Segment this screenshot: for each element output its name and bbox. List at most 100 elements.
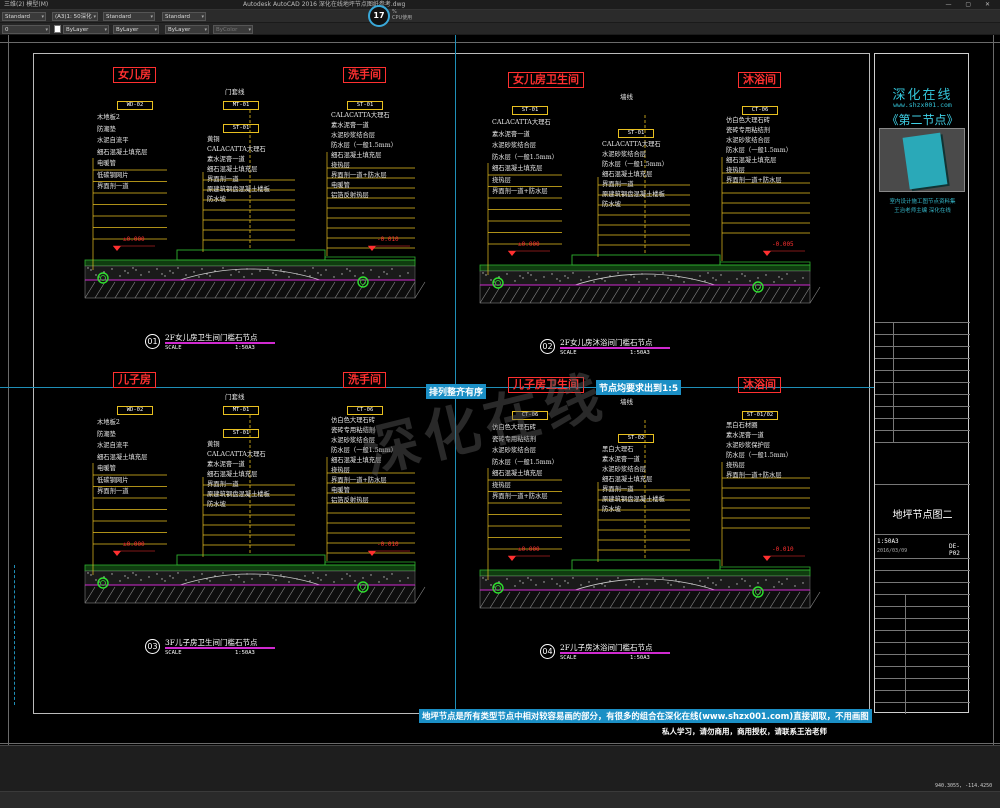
- sheet-border-bottom: [0, 743, 1000, 744]
- aggregate-dot: [312, 267, 314, 269]
- aggregate-dot: [593, 281, 595, 283]
- layer-label-left: 界面剂一道+防水层: [492, 188, 548, 195]
- scale-combo[interactable]: (A3)1: 50深化: [52, 12, 98, 21]
- book-caption: 室内设计施工图节点资料集: [889, 199, 956, 205]
- finish-layer: [84, 564, 416, 572]
- aggregate-dot: [802, 582, 804, 584]
- aggregate-dot: [407, 577, 409, 579]
- elevation-marker-icon: [763, 251, 771, 256]
- layer-label-right: 挠热层: [726, 462, 745, 469]
- right-floor-finish: [324, 256, 416, 261]
- aggregate-dot: [786, 273, 788, 275]
- model-space[interactable]: 深化在线 www.shzx001.com 《第二节点》 室内设计施工图节点资料集…: [0, 35, 1000, 745]
- aggregate-dot: [683, 281, 685, 283]
- aggregate-dot: [407, 272, 409, 274]
- aggregate-dot: [177, 267, 179, 269]
- layer-label-left: 界面剂一道: [97, 183, 129, 190]
- elevation-right: -0.010: [377, 236, 399, 243]
- layer-label-left: 水泥自流平: [97, 442, 129, 449]
- layer-label-right: 水泥砂浆结合层: [331, 132, 376, 139]
- aggregate-dot: [604, 280, 606, 282]
- aggregate-dot: [172, 577, 174, 579]
- layer-label-left: 水泥砂浆结合层: [492, 142, 537, 149]
- plotstyle-combo[interactable]: ByColor: [213, 25, 253, 34]
- notice-text: 私人学习，请勿商用，商用授权，请联系王治老师: [662, 727, 827, 736]
- aggregate-dot: [119, 275, 121, 277]
- aggregate-dot: [90, 574, 92, 576]
- caption-underline: [165, 342, 275, 344]
- threshold-stone: [176, 249, 326, 261]
- room-tag-left: 女儿房卫生间: [508, 72, 584, 88]
- status-bar: [0, 791, 1000, 808]
- aggregate-dot: [794, 585, 796, 587]
- material-code-right: ST-01/02: [742, 411, 778, 420]
- window-controls[interactable]: — ▢ ✕: [945, 0, 996, 10]
- aggregate-dot: [662, 272, 664, 274]
- aggregate-dot: [288, 276, 290, 278]
- layer-label-mid: CALACATTA大理石: [207, 451, 266, 458]
- layer-label-mid: 素水泥膏一道: [602, 456, 640, 463]
- aggregate-dot: [391, 573, 393, 575]
- text-style-combo[interactable]: Standard: [2, 12, 46, 21]
- aggregate-dot: [535, 584, 537, 586]
- aggregate-dot: [551, 273, 553, 275]
- aggregate-dot: [309, 580, 311, 582]
- color-combo[interactable]: ByLayer: [63, 25, 109, 34]
- linetype-combo[interactable]: ByLayer: [113, 25, 159, 34]
- layer-label-right: 黑白石材圈: [726, 422, 758, 429]
- crosshair-vertical: [455, 35, 456, 713]
- mleader-style-combo[interactable]: Standard: [162, 12, 206, 21]
- aggregate-dot: [132, 572, 134, 574]
- material-code-right: ST-01: [347, 101, 383, 110]
- aggregate-dot: [506, 273, 508, 275]
- layer-label-left: 防潮垫: [97, 430, 116, 438]
- workspace-label[interactable]: 三维(2) 模型(M): [4, 0, 48, 10]
- aggregate-dot: [707, 272, 709, 274]
- layer-combo[interactable]: 0: [2, 25, 50, 34]
- sheet-name: 地坪节点图二: [892, 510, 953, 521]
- aggregate-dot: [728, 281, 730, 283]
- aggregate-dot: [325, 574, 327, 576]
- aggregate-dot: [399, 580, 401, 582]
- aggregate-dot: [135, 574, 137, 576]
- layer-label-mid: 水泥砂浆结合层: [602, 151, 647, 158]
- table-style-combo[interactable]: Standard: [103, 12, 155, 21]
- aggregate-dot: [633, 276, 635, 278]
- aggregate-dot: [482, 272, 484, 274]
- aggregate-dot: [243, 581, 245, 583]
- aggregate-dot: [127, 272, 129, 274]
- layer-label-mid: 界面剂一道: [207, 176, 239, 183]
- layer-label-right: 铝箔反射热层: [331, 497, 369, 504]
- layer-label-right: 瓷砖专用粘结剂: [331, 427, 376, 434]
- aggregate-dot: [556, 278, 558, 280]
- aggregate-dot: [317, 577, 319, 579]
- elevation-left: ±0.000: [518, 546, 540, 553]
- aggregate-dot: [646, 583, 648, 585]
- aggregate-dot: [633, 581, 635, 583]
- layer-label-right: 界面剂一道+防水层: [331, 477, 387, 484]
- styles-toolbar: Standard ISO-25 (A3)1: 50深化 Standard Sta…: [0, 10, 1000, 23]
- layer-label-right: 素水泥膏一道: [331, 122, 369, 129]
- caption-underline: [560, 652, 670, 654]
- color-swatch[interactable]: [54, 25, 61, 33]
- frame-right: [869, 53, 870, 713]
- aggregate-dot: [140, 579, 142, 581]
- aggregate-dot: [778, 276, 780, 278]
- detail-number: 02: [540, 339, 555, 354]
- layer-label-mid: 细石混凝土填充层: [207, 166, 258, 173]
- aggregate-dot: [485, 274, 487, 276]
- aggregate-dot: [119, 580, 121, 582]
- slab-hatch: [809, 591, 821, 609]
- aggregate-dot: [280, 269, 282, 271]
- layer-label-mid: 防水坡: [207, 196, 226, 203]
- layer-label-mid: 界面剂一道: [602, 181, 634, 188]
- material-code-left: ST-01: [512, 106, 548, 115]
- aggregate-dot: [156, 268, 158, 270]
- lineweight-combo[interactable]: ByLayer: [165, 25, 209, 34]
- wall-label: 门套线: [225, 393, 245, 401]
- book-caption2: 王治老师主编 深化在线: [894, 208, 951, 214]
- aggregate-dot: [354, 275, 356, 277]
- aggregate-dot: [588, 276, 590, 278]
- aggregate-dot: [490, 279, 492, 281]
- room-tag-left: 儿子房卫生间: [508, 377, 584, 393]
